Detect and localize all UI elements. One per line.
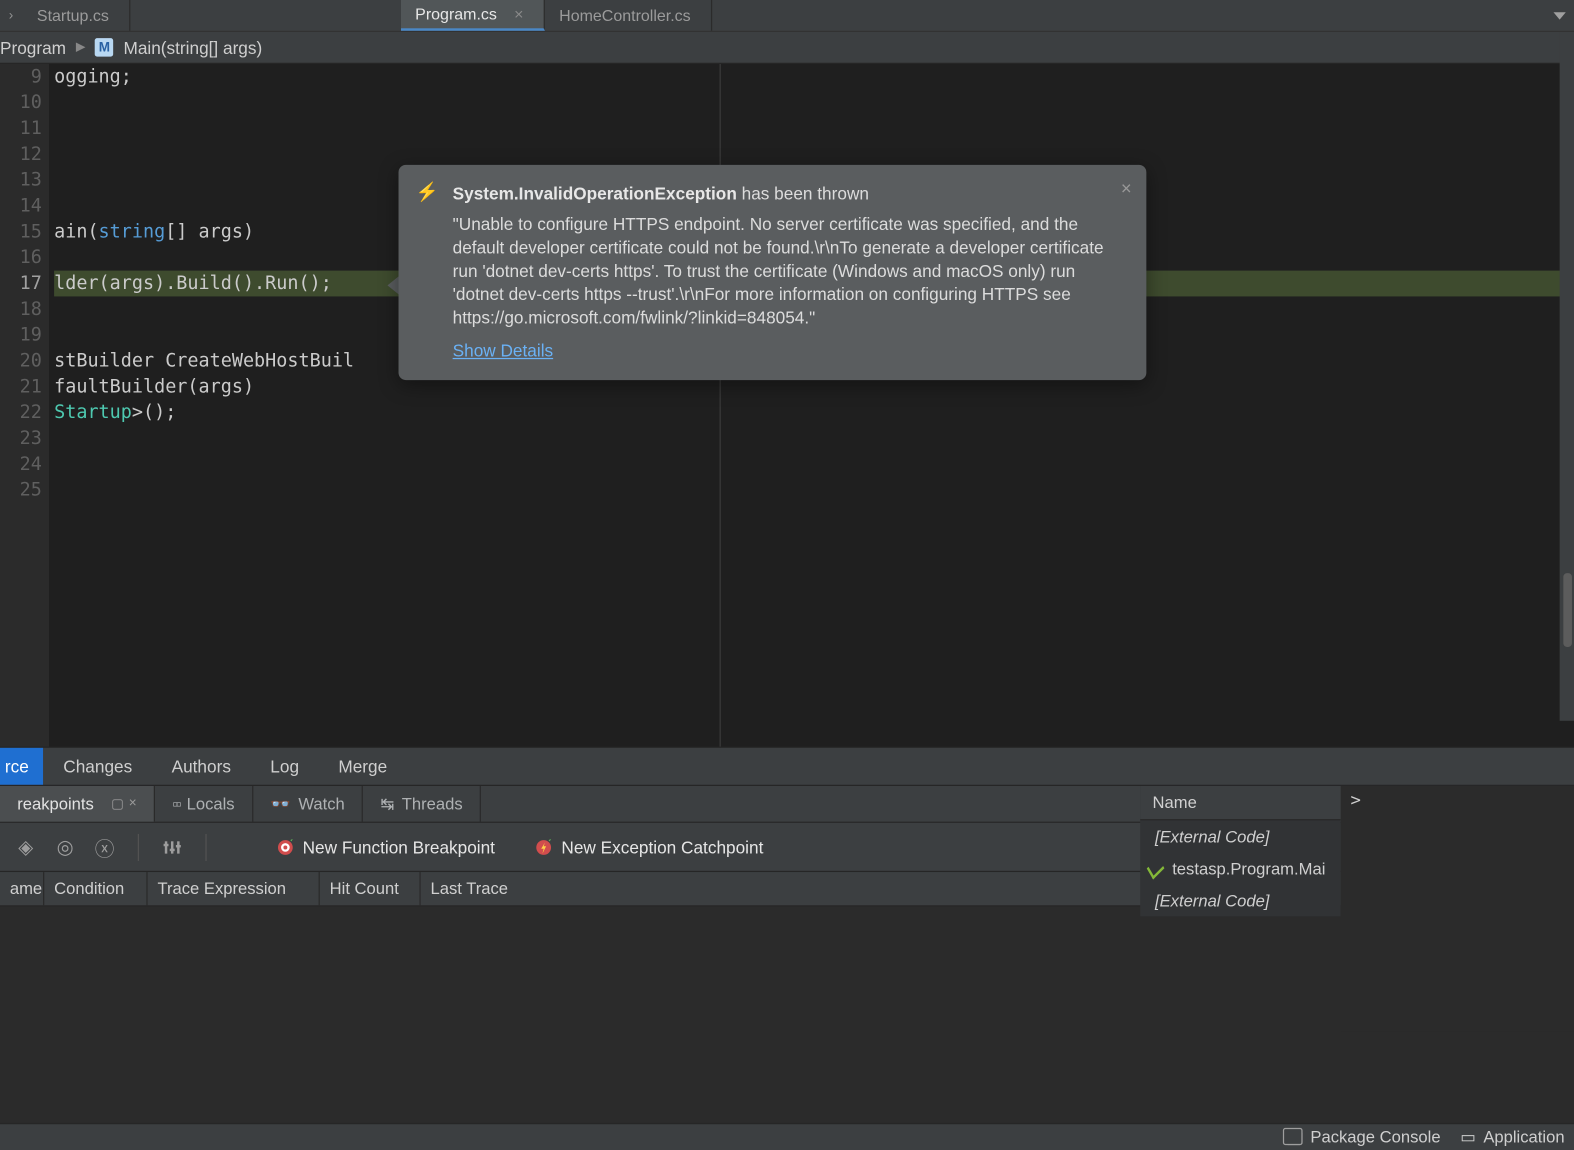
callstack-pane: Name [External Code] testasp.Program.Mai… (1140, 786, 1340, 916)
tab-source[interactable]: rce (0, 748, 44, 785)
vcs-tab-strip: rce Changes Authors Log Merge (0, 747, 1574, 786)
tab-label: HomeController.cs (559, 6, 691, 24)
bolt-target-icon (534, 837, 554, 857)
detach-icon[interactable]: ▢ (111, 796, 124, 812)
code-line: Startup>(); (54, 400, 1574, 426)
status-label: Application (1483, 1128, 1564, 1146)
lightning-icon: ⚡ (416, 181, 439, 204)
col-hit-count[interactable]: Hit Count (320, 872, 421, 905)
tab-label: Program.cs (415, 5, 497, 23)
show-details-link[interactable]: Show Details (453, 339, 553, 362)
callstack-header[interactable]: Name (1140, 786, 1340, 820)
clear-icon[interactable]: ⓧ (91, 833, 118, 860)
close-icon[interactable]: × (514, 5, 523, 23)
tab-overflow-button[interactable] (1552, 0, 1567, 31)
line-number-gutter: 9101112 13141516 17181920 2122232425 (0, 64, 49, 747)
tab-homecontroller[interactable]: HomeController.cs (544, 0, 711, 31)
button-label: New Exception Catchpoint (561, 837, 763, 857)
panel-watch[interactable]: 👓 Watch (253, 786, 363, 822)
panel-label: reakpoints (17, 795, 94, 813)
tab-merge[interactable]: Merge (319, 748, 407, 785)
immediate-pane[interactable]: > (1341, 786, 1574, 1032)
tab-authors[interactable]: Authors (152, 748, 251, 785)
tab-startup[interactable]: Startup.cs (22, 0, 130, 31)
stack-frame-current[interactable]: testasp.Program.Mai (1140, 852, 1340, 884)
threads-icon: ↹ (380, 794, 394, 814)
editor-tab-bar: › Startup.cs Program.cs × HomeController… (0, 0, 1574, 32)
package-console-button[interactable]: Package Console (1286, 1128, 1441, 1146)
terminal-icon: ▭ (1460, 1127, 1476, 1147)
panel-locals[interactable]: ▫▫ Locals (155, 786, 253, 822)
code-editor[interactable]: 9101112 13141516 17181920 2122232425 ogg… (0, 64, 1574, 747)
new-function-breakpoint-button[interactable]: New Function Breakpoint (276, 837, 495, 857)
tab-label: Startup.cs (37, 6, 109, 24)
scrollbar-thumb[interactable] (1563, 573, 1572, 647)
exception-title: System.InvalidOperationException has bee… (453, 182, 1125, 205)
chevron-right-icon: ▶ (76, 41, 85, 55)
editor-scrollbar[interactable] (1560, 32, 1574, 721)
tab-program[interactable]: Program.cs × (400, 0, 544, 31)
glasses-icon: 👓 (270, 794, 291, 814)
button-label: New Function Breakpoint (303, 837, 495, 857)
exception-popup: ⚡ × System.InvalidOperationException has… (399, 165, 1147, 380)
stack-icon (1286, 1130, 1303, 1145)
tab-changes[interactable]: Changes (44, 748, 152, 785)
exception-message: "Unable to configure HTTPS endpoint. No … (453, 213, 1125, 330)
stack-frame[interactable]: [External Code] (1140, 820, 1340, 852)
close-icon[interactable]: × (129, 796, 137, 812)
spiral-icon[interactable]: ◎ (52, 833, 79, 860)
tab-log[interactable]: Log (251, 748, 319, 785)
target-icon (276, 837, 296, 857)
col-condition[interactable]: Condition (44, 872, 147, 905)
col-trace-expression[interactable]: Trace Expression (148, 872, 320, 905)
tag-icon[interactable]: ◈ (12, 833, 39, 860)
grid-icon: ▫▫ (172, 795, 179, 813)
application-output-button[interactable]: ▭ Application (1460, 1127, 1564, 1147)
breadcrumb-item[interactable]: Main(string[] args) (123, 38, 262, 58)
status-bar: Package Console ▭ Application (0, 1123, 1574, 1150)
tab-scroll-arrow-icon[interactable]: › (0, 0, 22, 31)
close-icon[interactable]: × (1121, 177, 1132, 200)
panel-threads[interactable]: ↹ Threads (363, 786, 481, 822)
panel-breakpoints[interactable]: reakpoints ▢ × (0, 786, 155, 822)
panel-label: Threads (402, 795, 463, 813)
code-line: ogging; (54, 64, 1574, 90)
col-name[interactable]: ame (0, 872, 44, 905)
panel-label: Watch (298, 795, 344, 813)
new-exception-catchpoint-button[interactable]: New Exception Catchpoint (534, 837, 763, 857)
immediate-prompt: > (1351, 791, 1361, 811)
settings-icon[interactable] (159, 833, 186, 860)
stack-frame[interactable]: [External Code] (1140, 884, 1340, 916)
panel-label: Locals (187, 795, 235, 813)
method-badge-icon: M (95, 38, 113, 56)
status-label: Package Console (1310, 1128, 1440, 1146)
breadcrumb-item[interactable]: Program (0, 38, 66, 58)
breadcrumb: Program ▶ M Main(string[] args) (0, 32, 1574, 64)
